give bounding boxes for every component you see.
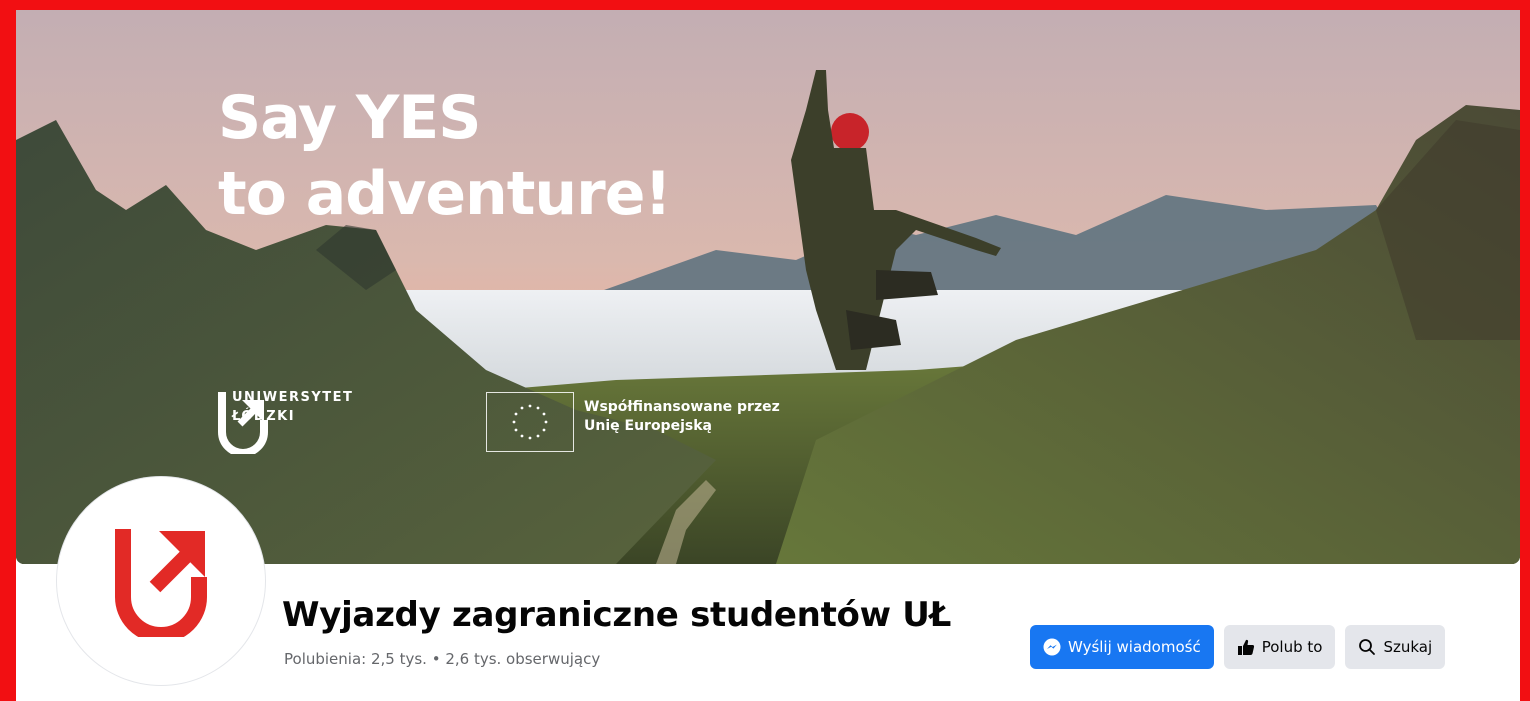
university-logo-icon — [218, 392, 268, 454]
messenger-icon — [1043, 638, 1061, 656]
profile-avatar[interactable] — [57, 477, 265, 685]
cover-headline: Say YES to adventure! — [218, 80, 672, 232]
send-message-label: Wyślij wiadomość — [1068, 638, 1201, 656]
eu-flag-icon — [486, 392, 574, 452]
like-page-button[interactable]: Polub to — [1223, 625, 1336, 669]
search-icon — [1358, 638, 1376, 656]
eu-cofunding-block: Współfinansowane przez Unię Europejską — [486, 392, 780, 452]
university-logo-block: UNIWERSYTET ŁÓDZKI — [216, 388, 353, 454]
eu-cofunding-text: Współfinansowane przez Unię Europejską — [584, 399, 780, 434]
page-header: Say YES to adventure! UNIWERSYTET ŁÓDZKI — [16, 10, 1520, 701]
page-actions: Wyślij wiadomość Polub to Szukaj — [1030, 625, 1446, 669]
search-page-label: Szukaj — [1383, 638, 1433, 656]
university-logo-avatar-icon — [115, 529, 207, 637]
like-page-label: Polub to — [1261, 638, 1323, 656]
page-title: Wyjazdy zagraniczne studentów UŁ — [282, 595, 952, 635]
send-message-button[interactable]: Wyślij wiadomość — [1030, 625, 1214, 669]
cover-headline-line2: to adventure! — [218, 159, 672, 229]
cover-photo[interactable]: Say YES to adventure! UNIWERSYTET ŁÓDZKI — [16, 10, 1520, 564]
page-stats: Polubienia: 2,5 tys. • 2,6 tys. obserwuj… — [284, 650, 601, 668]
cover-headline-line1: Say YES — [218, 83, 482, 153]
search-page-button[interactable]: Szukaj — [1345, 625, 1446, 669]
thumbs-up-icon — [1237, 638, 1255, 656]
